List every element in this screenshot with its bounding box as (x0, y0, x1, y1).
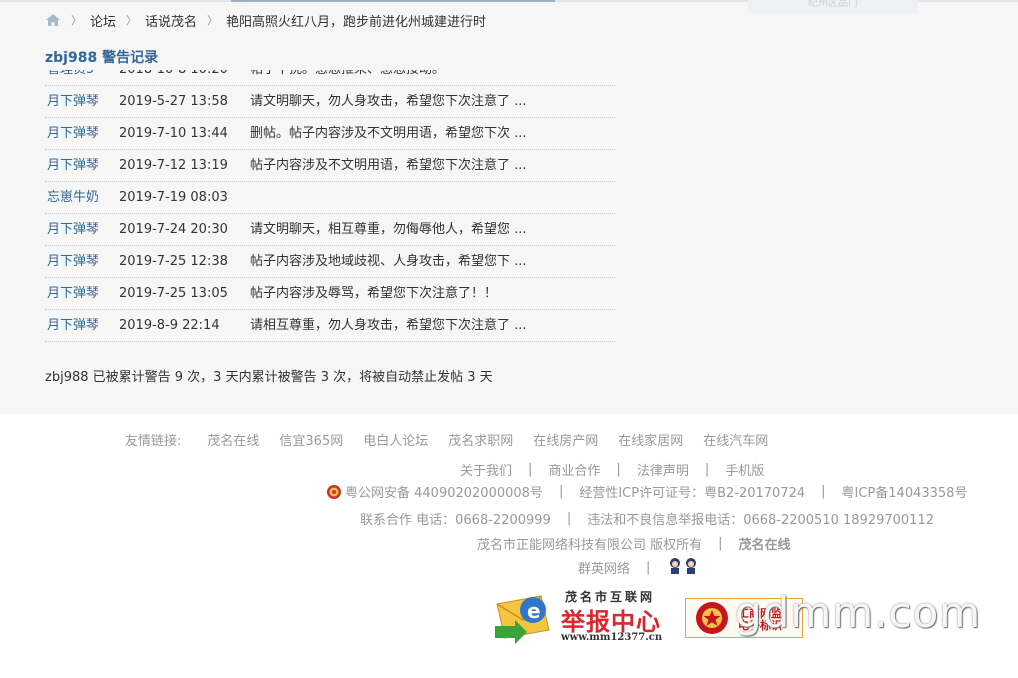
friend-links: 友情链接: 茂名在线 信宜365网 电白人论坛 茂名求职网 在线房产网 在线家居… (125, 430, 788, 449)
friend-link[interactable]: 茂名求职网 (448, 430, 513, 449)
friend-link[interactable]: 电白人论坛 (363, 430, 428, 449)
operator-link[interactable]: 月下弹琴 (47, 150, 99, 181)
report-center-url: www.mm12377.cn (561, 632, 663, 643)
legal-link[interactable]: 法律声明 (637, 460, 689, 479)
friend-link[interactable]: 在线家居网 (618, 430, 683, 449)
warning-time: 2019-7-25 12:38 (119, 254, 228, 269)
divider: | (566, 511, 572, 526)
mobile-link[interactable]: 手机版 (725, 460, 764, 479)
about-link[interactable]: 关于我们 (460, 460, 512, 479)
table-row: 月下弹琴 2019-7-10 13:44 删帖。帖子内容涉及不文明用语，希望您下次 … (45, 118, 615, 150)
warning-reason: 帖子内容涉及地域歧视、人身攻击，希望您下 ... (250, 254, 527, 269)
site-name-link[interactable]: 茂名在线 (739, 534, 791, 553)
warning-time: 2018-10-8 10:20 (119, 70, 228, 85)
table-row: 忘崽牛奶 2019-7-19 08:03 (45, 182, 615, 214)
friend-links-label: 友情链接: (125, 434, 182, 449)
icp-record-link[interactable]: 粤ICP备14043358号 (842, 482, 968, 501)
divider: | (558, 484, 564, 499)
warning-time: 2019-8-9 22:14 (119, 318, 220, 333)
contact-phone: 联系合作 电话：0668-2200999 (360, 513, 551, 528)
chevron-right-icon: 〉 (126, 14, 138, 27)
warning-summary: zbj988 已被累计警告 9 次，3 天内累计被警告 3 次，将被自动禁止发帖… (45, 370, 493, 385)
friend-link[interactable]: 在线房产网 (533, 430, 598, 449)
warning-time: 2019-7-12 13:19 (119, 158, 228, 173)
envelope-icon: e (495, 595, 550, 644)
breadcrumb-board[interactable]: 话说茂名 (145, 11, 197, 30)
divider: | (821, 484, 826, 499)
copyright-text: 茂名市正能网络科技有限公司 版权所有 (477, 538, 703, 553)
warning-rows: 管理员5 2018-10-8 10:20 帖子干扰。感恩推来、感恩接动。月下弹琴 20… (45, 70, 615, 342)
warning-reason: 请文明聊天，勿人身攻击，希望您下次注意了 ... (250, 94, 527, 109)
warning-reason: 删帖。帖子内容涉及不文明用语，希望您下次 ... (250, 126, 527, 141)
business-link[interactable]: 商业合作 (548, 460, 600, 479)
footer-contact: 联系合作 电话：0668-2200999 | 违法和不良信息举报电话：0668-… (360, 509, 934, 528)
top-bar-highlight (231, 0, 555, 2)
table-row: 管理员5 2018-10-8 10:20 帖子干扰。感恩推来、感恩接动。 (45, 70, 615, 86)
warning-records-list[interactable]: 管理员5 2018-10-8 10:20 帖子干扰。感恩推来、感恩接动。月下弹琴 20… (45, 70, 615, 345)
report-center-badge[interactable]: e 茂名市互联网 举报中心 www.mm12377.cn (493, 588, 683, 648)
operator-link[interactable]: 月下弹琴 (47, 246, 99, 277)
operator-link[interactable]: 月下弹琴 (47, 214, 99, 245)
table-row: 月下弹琴 2019-8-9 22:14 请相互尊重，勿人身攻击，希望您下次注意了 .… (45, 310, 615, 342)
warning-time: 2019-7-25 13:05 (119, 286, 228, 301)
operator-link[interactable]: 月下弹琴 (47, 86, 99, 117)
chevron-right-icon: 〉 (71, 14, 82, 27)
warning-reason: 帖子干扰。感恩推来、感恩接动。 (250, 70, 550, 85)
operator-link[interactable]: 管理员5 (47, 70, 94, 85)
emblem-icon (696, 602, 728, 634)
divider: | (646, 559, 651, 575)
svg-text:e: e (527, 599, 541, 623)
warning-reason: 帖子内容涉及不文明用语，希望您下次注意了 ... (250, 158, 527, 173)
table-row: 月下弹琴 2019-7-25 13:05 帖子内容涉及辱骂，希望您下次注意了！！ (45, 278, 615, 310)
table-row: 月下弹琴 2019-7-24 20:30 请文明聊天，相互尊重，勿侮辱他人，希望您 … (45, 214, 615, 246)
table-row: 月下弹琴 2019-7-12 13:19 帖子内容涉及不文明用语，希望您下次注意了 … (45, 150, 615, 182)
top-ghost-tab: 纪州区品门 (748, 0, 918, 13)
operator-link[interactable]: 月下弹琴 (47, 118, 99, 149)
operator-link[interactable]: 月下弹琴 (47, 278, 99, 309)
content-area: 纪州区品门 〉 论坛 〉 话说茂名 〉 艳阳高照火红八月，跑步前进化州城建进行时… (0, 0, 1018, 414)
qunying-link[interactable]: 群英网络 (578, 558, 630, 577)
divider: | (616, 462, 621, 477)
watermark: gdmm.com (735, 588, 982, 637)
divider: | (528, 462, 533, 477)
police-badge-icon (326, 484, 342, 500)
footer-records: 粤公网安备 44090202000008号 | 经营性ICP许可证号：粤B2-2… (326, 482, 967, 501)
police-avatars-icon[interactable] (666, 556, 700, 578)
footer-host: 群英网络 | (578, 556, 700, 578)
warning-time: 2019-5-27 13:58 (119, 94, 228, 109)
warning-time: 2019-7-10 13:44 (119, 126, 228, 141)
warning-reason: 帖子内容涉及辱骂，希望您下次注意了！！ (250, 286, 498, 301)
breadcrumb-thread[interactable]: 艳阳高照火红八月，跑步前进化州城建进行时 (226, 11, 486, 30)
footer-nav: 关于我们 | 商业合作 | 法律声明 | 手机版 (460, 460, 764, 479)
breadcrumb-forum[interactable]: 论坛 (90, 11, 116, 30)
page-title: zbj988 警告记录 (45, 50, 159, 66)
friend-link[interactable]: 在线汽车网 (703, 430, 768, 449)
footer-copyright: 茂名市正能网络科技有限公司 版权所有 | 茂名在线 (477, 534, 791, 553)
table-row: 月下弹琴 2019-5-27 13:58 请文明聊天，勿人身攻击，希望您下次注意了 … (45, 86, 615, 118)
warning-time: 2019-7-24 20:30 (119, 222, 228, 237)
operator-link[interactable]: 月下弹琴 (47, 310, 99, 341)
icp-license-link[interactable]: 经营性ICP许可证号：粤B2-20170724 (579, 482, 805, 501)
home-icon[interactable] (45, 13, 61, 27)
warning-reason: 请文明聊天，相互尊重，勿侮辱他人，希望您 ... (250, 222, 527, 237)
chevron-right-icon: 〉 (207, 14, 219, 27)
divider: | (704, 462, 710, 477)
police-record-link[interactable]: 粤公网安备 44090202000008号 (345, 482, 543, 501)
operator-link[interactable]: 忘崽牛奶 (47, 182, 99, 213)
warning-time: 2019-7-19 08:03 (119, 190, 228, 205)
divider: | (718, 536, 723, 551)
breadcrumb: 〉 论坛 〉 话说茂名 〉 艳阳高照火红八月，跑步前进化州城建进行时 (45, 10, 486, 30)
friend-link[interactable]: 信宜365网 (279, 430, 343, 449)
warning-reason: 请相互尊重，勿人身攻击，希望您下次注意了 ... (250, 318, 527, 333)
report-phone: 违法和不良信息举报电话：0668-2200510 18929700112 (587, 513, 934, 528)
friend-link[interactable]: 茂名在线 (207, 430, 259, 449)
table-row: 月下弹琴 2019-7-25 12:38 帖子内容涉及地域歧视、人身攻击，希望您下 … (45, 246, 615, 278)
